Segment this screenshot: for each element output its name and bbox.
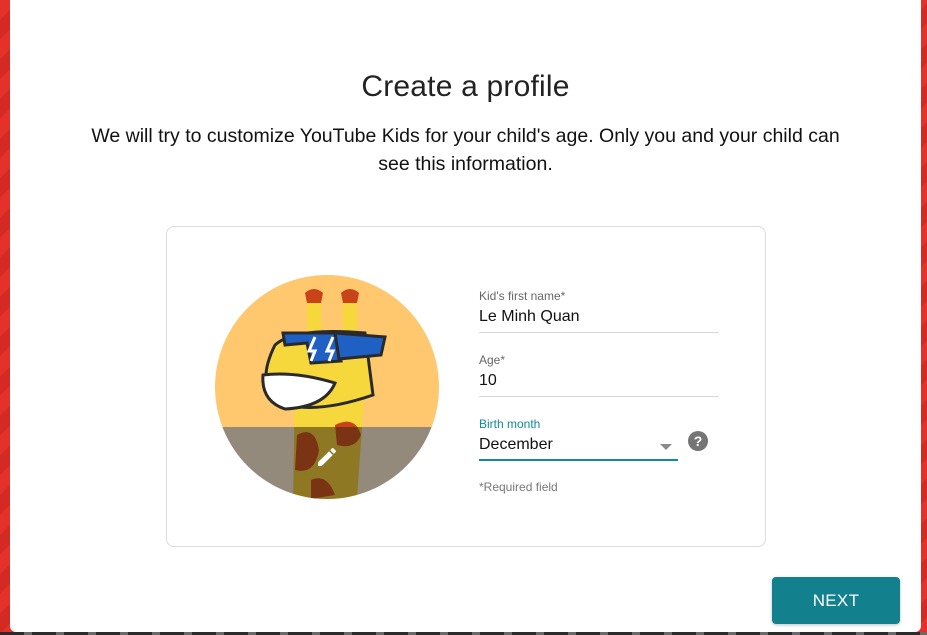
age-field[interactable]: Age* 10 [479, 353, 719, 397]
birth-month-select[interactable]: December [479, 431, 678, 461]
birth-month-label: Birth month [479, 417, 541, 431]
help-icon[interactable]: ? [688, 431, 708, 451]
birth-month-field[interactable]: Birth month December [479, 417, 678, 461]
chevron-down-icon[interactable] [660, 444, 672, 450]
age-label: Age* [479, 353, 506, 367]
giraffe-avatar[interactable] [215, 275, 439, 499]
birth-month-value: December [479, 436, 553, 453]
dialog-title: Create a profile [361, 70, 570, 103]
kid-name-field[interactable]: Kid's first name* Le Minh Quan [479, 289, 719, 333]
age-input[interactable]: 10 [479, 367, 719, 397]
create-profile-dialog: Create a profile We will try to customiz… [10, 0, 921, 632]
next-button[interactable]: NEXT [772, 577, 900, 624]
required-field-note: *Required field [479, 480, 558, 494]
kid-name-label: Kid's first name* [479, 289, 566, 303]
dialog-subtitle: We will try to customize YouTube Kids fo… [91, 125, 840, 175]
pencil-icon[interactable] [315, 445, 339, 469]
profile-card: Kid's first name* Le Minh Quan Age* 10 B… [166, 226, 766, 547]
kid-name-input[interactable]: Le Minh Quan [479, 303, 719, 333]
